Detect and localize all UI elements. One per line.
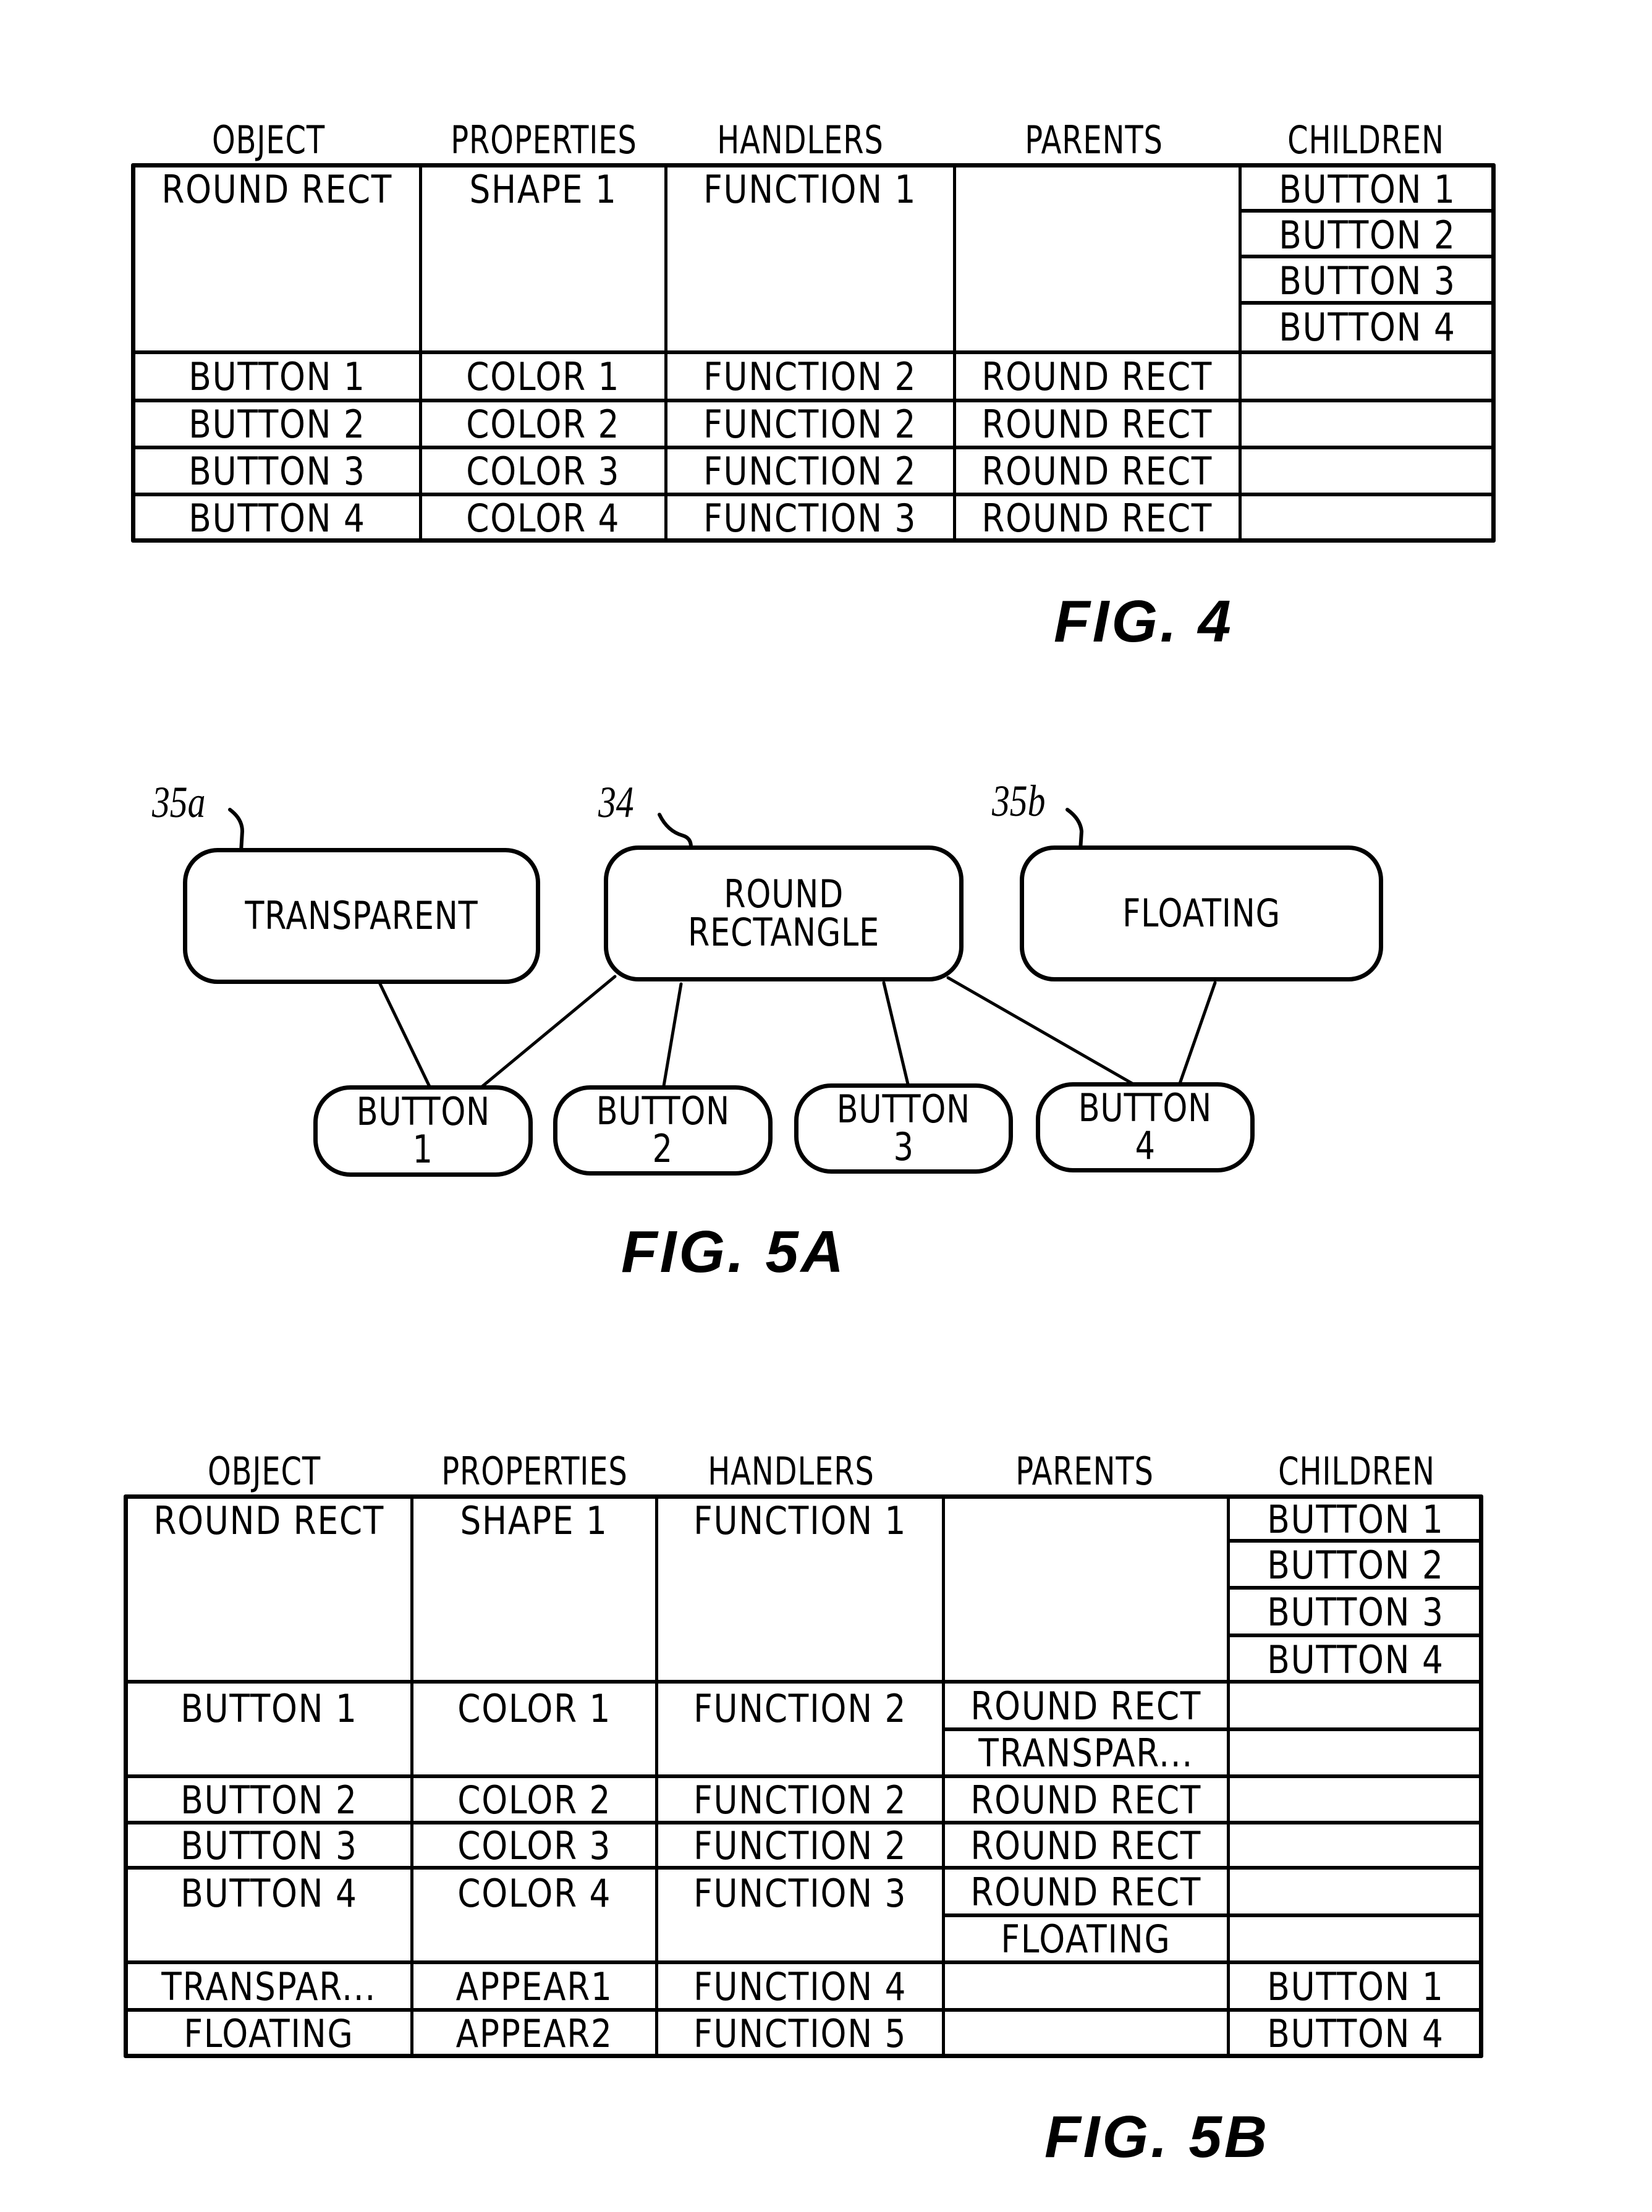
edge-round-rect-button-1	[480, 975, 617, 1088]
node-button-1: BUTTON 1	[313, 1085, 533, 1177]
fig5b-cell-object: BUTTON 4	[180, 1871, 358, 1916]
fig5b-label: FIG. 5B	[1044, 2104, 1270, 2170]
edge-round-rect-button-2	[662, 982, 683, 1088]
fig5b-cell-object: BUTTON 3	[180, 1823, 358, 1868]
fig5b-cell-properties: COLOR 2	[457, 1778, 611, 1823]
fig5b-cell-properties: APPEAR2	[455, 2011, 613, 2056]
fig5b-cell-handlers: FUNCTION 1	[693, 1498, 907, 1543]
callout-35b: 35b	[992, 776, 1046, 826]
fig5b-cell-parent: FLOATING	[1001, 1917, 1171, 1962]
node-button-3: BUTTON 3	[794, 1083, 1013, 1174]
fig5b-cell-object: FLOATING	[184, 2011, 354, 2056]
node-floating: FLOATING	[1020, 845, 1383, 981]
fig5b-cell-parent: ROUND RECT	[970, 1870, 1201, 1915]
fig5b-cell-parent: ROUND RECT	[970, 1778, 1201, 1823]
fig5b-cell-properties: SHAPE 1	[460, 1498, 609, 1543]
node-transparent: TRANSPARENT	[183, 848, 540, 984]
node-round-rectangle: ROUND RECTANGLE	[604, 845, 964, 981]
callout-leader-35b	[1065, 808, 1084, 852]
fig5b-cell-object: ROUND RECT	[153, 1498, 384, 1543]
node-button-4: BUTTON 4	[1036, 1082, 1255, 1172]
fig5b-cell-handlers: FUNCTION 2	[693, 1778, 907, 1823]
fig5b-cell-properties: COLOR 4	[457, 1871, 611, 1916]
edge-transparent-button-1	[378, 982, 431, 1088]
fig5b-header-parents: PARENTS	[1015, 1449, 1154, 1494]
fig5b-header-properties: PROPERTIES	[441, 1449, 628, 1494]
fig5b-cell-properties: COLOR 1	[457, 1686, 611, 1731]
fig5b-header-children: CHILDREN	[1278, 1449, 1435, 1494]
fig5b-cell-handlers: FUNCTION 4	[693, 1964, 907, 2009]
fig5b-cell-properties: APPEAR1	[455, 1964, 613, 2009]
edge-round-rect-button-4	[946, 976, 1134, 1085]
fig5b-cell-handlers: FUNCTION 2	[693, 1823, 907, 1868]
fig5b-cell-child: BUTTON 1	[1266, 1964, 1444, 2009]
fig5b-cell-child: BUTTON 3	[1266, 1590, 1444, 1635]
fig5b-cell-parent: ROUND RECT	[970, 1823, 1201, 1868]
fig5b-cell-properties: COLOR 3	[457, 1823, 611, 1868]
fig5b-cell-parent: ROUND RECT	[970, 1684, 1201, 1729]
fig5b-cell-parent: TRANSPAR...	[978, 1731, 1193, 1776]
fig5b-header-object: OBJECT	[207, 1449, 321, 1494]
callout-35a: 35a	[152, 778, 206, 827]
fig5b-header-handlers: HANDLERS	[708, 1449, 875, 1494]
fig5a-label: FIG. 5A	[621, 1219, 847, 1285]
fig5b-cell-handlers: FUNCTION 5	[693, 2011, 907, 2056]
fig5b-cell-handlers: FUNCTION 2	[693, 1686, 907, 1731]
edge-floating-button-4	[1178, 981, 1217, 1085]
fig5b-cell-object: TRANSPAR...	[161, 1964, 376, 2009]
fig5b-cell-child: BUTTON 2	[1266, 1543, 1444, 1588]
fig5b-cell-object: BUTTON 2	[180, 1778, 358, 1823]
fig5b-cell-child: BUTTON 4	[1266, 2011, 1444, 2056]
fig5b-cell-child: BUTTON 1	[1266, 1497, 1444, 1542]
edge-round-rect-button-3	[882, 981, 910, 1086]
callout-34: 34	[598, 778, 634, 827]
node-button-2: BUTTON 2	[553, 1085, 773, 1176]
callout-leader-35a	[228, 808, 245, 854]
fig5b-cell-handlers: FUNCTION 3	[693, 1871, 907, 1916]
fig5b-cell-child: BUTTON 4	[1266, 1637, 1444, 1682]
fig5b-cell-object: BUTTON 1	[180, 1686, 358, 1731]
